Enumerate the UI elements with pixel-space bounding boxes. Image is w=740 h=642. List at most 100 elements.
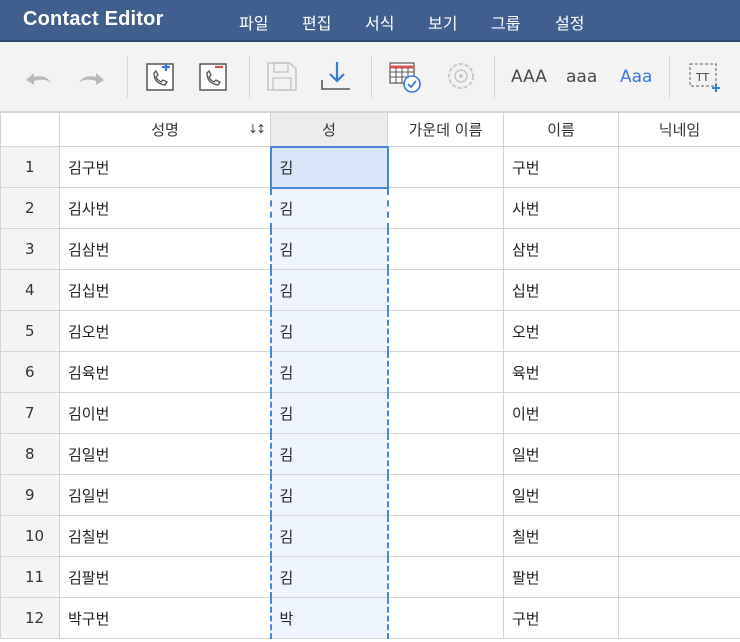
row-number[interactable]: 4: [0, 269, 60, 311]
row-number[interactable]: 3: [0, 228, 60, 270]
cell-nickname[interactable]: [618, 269, 740, 311]
text-size-icon[interactable]: TT: [685, 56, 725, 96]
cell-first-name[interactable]: 구번: [503, 597, 619, 639]
cell-full-name[interactable]: 김십번: [59, 269, 271, 311]
cell-middle-name[interactable]: [387, 228, 504, 270]
cell-last-name[interactable]: 박: [269, 597, 389, 639]
menu-group[interactable]: 그룹: [491, 10, 520, 34]
column-header-nickname[interactable]: 닉네임: [618, 112, 740, 147]
menu-edit[interactable]: 편집: [302, 10, 331, 34]
save-icon[interactable]: [262, 56, 302, 96]
redo-icon[interactable]: [72, 56, 112, 96]
cell-first-name[interactable]: 이번: [503, 392, 619, 434]
cell-last-name[interactable]: 김: [269, 351, 389, 393]
cell-full-name[interactable]: 김사번: [59, 187, 271, 229]
cell-nickname[interactable]: [618, 515, 740, 557]
cell-middle-name[interactable]: [387, 597, 504, 639]
undo-icon[interactable]: [18, 56, 58, 96]
row-number[interactable]: 7: [0, 392, 60, 434]
cell-full-name[interactable]: 김구번: [59, 146, 271, 188]
cell-last-name[interactable]: 김: [269, 515, 389, 557]
cell-full-name[interactable]: 김팔번: [59, 556, 271, 598]
cell-first-name[interactable]: 육번: [503, 351, 619, 393]
remove-phone-icon[interactable]: [194, 56, 234, 96]
cell-last-name[interactable]: 김: [269, 433, 389, 475]
cell-middle-name[interactable]: [387, 392, 504, 434]
cell-last-name[interactable]: 김: [269, 310, 389, 352]
cell-nickname[interactable]: [618, 392, 740, 434]
cell-middle-name[interactable]: [387, 351, 504, 393]
row-number[interactable]: 2: [0, 187, 60, 229]
cell-full-name[interactable]: 박구번: [59, 597, 271, 639]
corner-cell[interactable]: [0, 112, 60, 147]
row-number[interactable]: 10: [0, 515, 60, 557]
cell-middle-name[interactable]: [387, 269, 504, 311]
cell-nickname[interactable]: [618, 228, 740, 270]
table-row[interactable]: 9 김일번 김 일번: [0, 474, 740, 516]
cell-first-name[interactable]: 팔번: [503, 556, 619, 598]
cell-last-name[interactable]: 김: [269, 228, 389, 270]
cell-first-name[interactable]: 오번: [503, 310, 619, 352]
table-row[interactable]: 3 김삼번 김 삼번: [0, 228, 740, 270]
table-row[interactable]: 7 김이번 김 이번: [0, 392, 740, 434]
import-icon[interactable]: [316, 56, 356, 96]
sort-icon[interactable]: ↓↕: [248, 122, 266, 136]
cell-full-name[interactable]: 김칠번: [59, 515, 271, 557]
menu-settings[interactable]: 설정: [555, 10, 584, 34]
cell-nickname[interactable]: [618, 433, 740, 475]
cell-nickname[interactable]: [618, 597, 740, 639]
row-number[interactable]: 6: [0, 351, 60, 393]
cell-nickname[interactable]: [618, 146, 740, 188]
lowercase-button[interactable]: aaa: [566, 67, 597, 87]
cell-first-name[interactable]: 삼번: [503, 228, 619, 270]
menu-format[interactable]: 서식: [365, 10, 394, 34]
table-row[interactable]: 1 김구번 김 구번: [0, 145, 740, 189]
row-number[interactable]: 12: [0, 597, 60, 639]
validate-table-icon[interactable]: [385, 56, 425, 96]
cell-middle-name[interactable]: [387, 515, 504, 557]
row-number[interactable]: 1: [0, 146, 60, 188]
cell-middle-name[interactable]: [387, 556, 504, 598]
table-row[interactable]: 4 김십번 김 십번: [0, 269, 740, 311]
cell-full-name[interactable]: 김일번: [59, 474, 271, 516]
table-row[interactable]: 8 김일번 김 일번: [0, 433, 740, 475]
menu-file[interactable]: 파일: [239, 10, 268, 34]
table-row[interactable]: 2 김사번 김 사번: [0, 187, 740, 229]
row-number[interactable]: 5: [0, 310, 60, 352]
uppercase-button[interactable]: AAA: [511, 67, 547, 87]
cell-last-name[interactable]: 김: [269, 269, 389, 311]
table-row[interactable]: 10 김칠번 김 칠번: [0, 515, 740, 557]
add-phone-icon[interactable]: [141, 56, 181, 96]
cell-first-name[interactable]: 십번: [503, 269, 619, 311]
cell-first-name[interactable]: 칠번: [503, 515, 619, 557]
cell-nickname[interactable]: [618, 310, 740, 352]
table-row[interactable]: 5 김오번 김 오번: [0, 310, 740, 352]
cell-nickname[interactable]: [618, 556, 740, 598]
titlecase-button[interactable]: Aaa: [620, 67, 652, 87]
menu-view[interactable]: 보기: [428, 10, 457, 34]
cell-last-name[interactable]: 김: [269, 556, 389, 598]
cell-first-name[interactable]: 사번: [503, 187, 619, 229]
cell-full-name[interactable]: 김삼번: [59, 228, 271, 270]
cell-full-name[interactable]: 김오번: [59, 310, 271, 352]
column-header-full-name[interactable]: 성명 ↓↕: [59, 112, 271, 147]
cell-first-name[interactable]: 일번: [503, 433, 619, 475]
cell-full-name[interactable]: 김육번: [59, 351, 271, 393]
cell-first-name[interactable]: 일번: [503, 474, 619, 516]
cell-first-name[interactable]: 구번: [503, 146, 619, 188]
cell-full-name[interactable]: 김이번: [59, 392, 271, 434]
row-number[interactable]: 11: [0, 556, 60, 598]
merge-icon[interactable]: [441, 56, 481, 96]
table-row[interactable]: 12 박구번 박 구번: [0, 597, 740, 639]
column-header-middle-name[interactable]: 가운데 이름: [387, 112, 504, 147]
column-header-last-name[interactable]: 성: [270, 112, 388, 147]
cell-middle-name[interactable]: [387, 433, 504, 475]
cell-last-name[interactable]: 김: [269, 145, 389, 189]
cell-last-name[interactable]: 김: [269, 474, 389, 516]
cell-middle-name[interactable]: [387, 310, 504, 352]
cell-last-name[interactable]: 김: [269, 187, 389, 229]
cell-nickname[interactable]: [618, 474, 740, 516]
table-row[interactable]: 11 김팔번 김 팔번: [0, 556, 740, 598]
cell-nickname[interactable]: [618, 187, 740, 229]
cell-nickname[interactable]: [618, 351, 740, 393]
